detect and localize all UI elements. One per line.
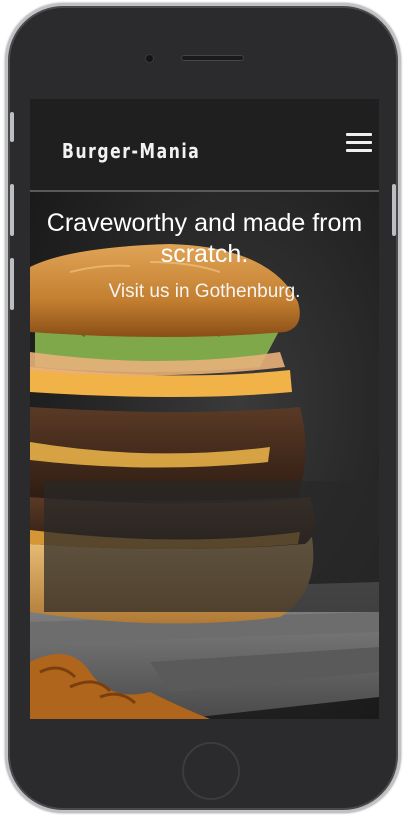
hamburger-menu-icon[interactable] [346,132,372,154]
hero-section: Craveworthy and made from scratch. Visit… [30,192,379,719]
navbar: Burger-Mania [30,99,379,192]
volume-down-button [10,258,14,310]
mute-switch [10,112,14,142]
home-button[interactable] [182,742,240,800]
hero-subtitle: Visit us in Gothenburg. [108,281,301,302]
volume-up-button [10,184,14,236]
earpiece-speaker [181,55,244,61]
burger-photo [30,244,379,719]
hero-title: Craveworthy and made from scratch. [46,209,363,268]
phone-screen: Burger-Mania Craveworthy and made from s… [30,99,379,719]
brand-logo[interactable]: Burger-Mania [62,139,200,163]
front-camera [146,55,153,62]
caption-overlay [44,481,379,612]
power-button [392,184,396,236]
